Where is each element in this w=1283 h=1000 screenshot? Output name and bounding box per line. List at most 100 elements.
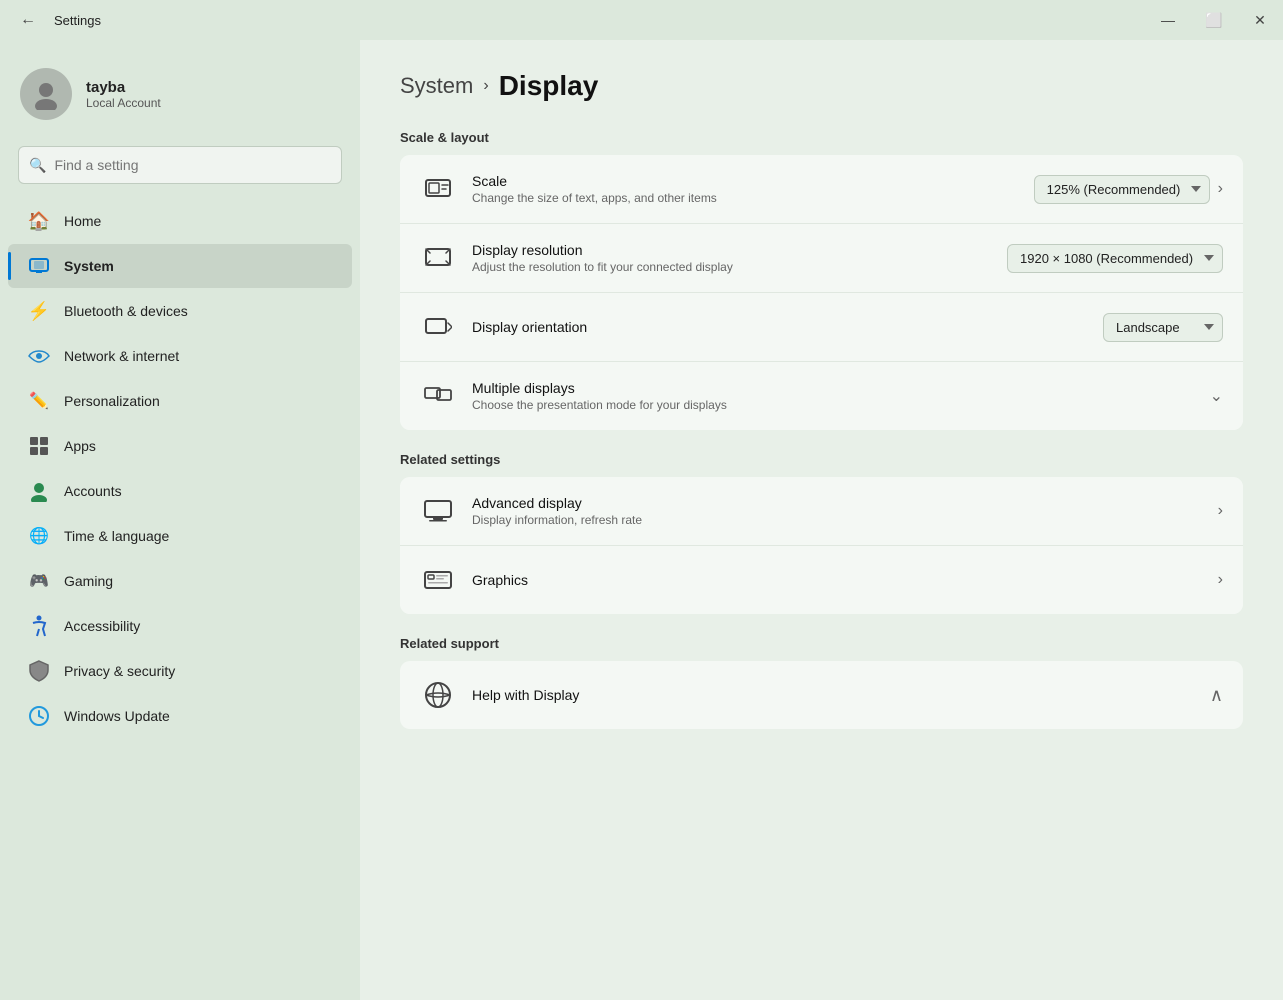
- home-icon: 🏠: [28, 210, 50, 232]
- help-display-title: Help with Display: [472, 687, 1194, 703]
- sidebar-label-accounts: Accounts: [64, 483, 122, 499]
- related-settings-header: Related settings: [400, 452, 1243, 467]
- system-icon: [28, 255, 50, 277]
- resolution-subtitle: Adjust the resolution to fit your connec…: [472, 260, 991, 274]
- scale-control[interactable]: 125% (Recommended) 100% 150% ›: [1034, 175, 1223, 204]
- breadcrumb-current: Display: [499, 70, 599, 102]
- advanced-display-subtitle: Display information, refresh rate: [472, 513, 1202, 527]
- sidebar-label-time: Time & language: [64, 528, 169, 544]
- graphics-title: Graphics: [472, 572, 1202, 588]
- sidebar-label-home: Home: [64, 213, 101, 229]
- sidebar-item-accessibility[interactable]: Accessibility: [8, 604, 352, 648]
- sidebar-label-gaming: Gaming: [64, 573, 113, 589]
- orientation-dropdown[interactable]: Landscape Portrait: [1103, 313, 1223, 342]
- related-settings-card: Advanced display Display information, re…: [400, 477, 1243, 614]
- multiple-displays-text: Multiple displays Choose the presentatio…: [472, 380, 1194, 412]
- sidebar-item-home[interactable]: 🏠 Home: [8, 199, 352, 243]
- advanced-display-icon: [420, 493, 456, 529]
- sidebar-item-network[interactable]: Network & internet: [8, 334, 352, 378]
- help-display-control[interactable]: ∧: [1210, 685, 1223, 706]
- avatar: [20, 68, 72, 120]
- resolution-dropdown[interactable]: 1920 × 1080 (Recommended) 1280 × 720: [1007, 244, 1223, 273]
- maximize-button[interactable]: ⬜: [1191, 0, 1237, 40]
- content-area: System › Display Scale & layout Scale Ch…: [360, 40, 1283, 1000]
- graphics-text: Graphics: [472, 572, 1202, 588]
- resolution-control[interactable]: 1920 × 1080 (Recommended) 1280 × 720: [1007, 244, 1223, 273]
- sidebar-item-personalization[interactable]: ✏️ Personalization: [8, 379, 352, 423]
- related-support-header: Related support: [400, 636, 1243, 651]
- breadcrumb: System › Display: [400, 70, 1243, 102]
- advanced-display-title: Advanced display: [472, 495, 1202, 511]
- user-account-type: Local Account: [86, 96, 161, 110]
- help-display-row[interactable]: Help with Display ∧: [400, 661, 1243, 729]
- graphics-chevron-icon: ›: [1218, 571, 1223, 589]
- bluetooth-icon: ⚡: [28, 300, 50, 322]
- privacy-icon: [28, 660, 50, 682]
- resolution-row[interactable]: Display resolution Adjust the resolution…: [400, 224, 1243, 293]
- multiple-displays-chevron-icon: ⌄: [1210, 386, 1223, 406]
- title-bar: ← Settings — ⬜ ✕: [0, 0, 1283, 40]
- graphics-control[interactable]: ›: [1218, 571, 1223, 589]
- scale-text: Scale Change the size of text, apps, and…: [472, 173, 1018, 205]
- multiple-displays-subtitle: Choose the presentation mode for your di…: [472, 398, 1194, 412]
- close-button[interactable]: ✕: [1237, 0, 1283, 40]
- orientation-text: Display orientation: [472, 319, 1087, 335]
- sidebar-label-bluetooth: Bluetooth & devices: [64, 303, 188, 319]
- breadcrumb-chevron-icon: ›: [483, 77, 488, 95]
- sidebar-label-personalization: Personalization: [64, 393, 160, 409]
- search-icon: 🔍: [29, 157, 46, 174]
- help-display-chevron-icon: ∧: [1210, 685, 1223, 706]
- sidebar-item-privacy[interactable]: Privacy & security: [8, 649, 352, 693]
- sidebar-item-apps[interactable]: Apps: [8, 424, 352, 468]
- multiple-displays-control[interactable]: ⌄: [1210, 386, 1223, 406]
- gaming-icon: 🎮: [28, 570, 50, 592]
- advanced-display-row[interactable]: Advanced display Display information, re…: [400, 477, 1243, 546]
- multiple-displays-row[interactable]: Multiple displays Choose the presentatio…: [400, 362, 1243, 430]
- breadcrumb-parent[interactable]: System: [400, 73, 473, 99]
- user-profile[interactable]: tayba Local Account: [0, 40, 360, 140]
- search-box[interactable]: 🔍: [18, 146, 342, 184]
- sidebar-label-accessibility: Accessibility: [64, 618, 140, 634]
- search-input[interactable]: [54, 157, 331, 173]
- minimize-button[interactable]: —: [1145, 0, 1191, 40]
- sidebar-label-privacy: Privacy & security: [64, 663, 175, 679]
- resolution-icon: [420, 240, 456, 276]
- apps-icon: [28, 435, 50, 457]
- orientation-control[interactable]: Landscape Portrait: [1103, 313, 1223, 342]
- sidebar-label-windows-update: Windows Update: [64, 708, 170, 724]
- sidebar-item-time[interactable]: 🌐 Time & language: [8, 514, 352, 558]
- orientation-row[interactable]: Display orientation Landscape Portrait: [400, 293, 1243, 362]
- help-display-icon: [420, 677, 456, 713]
- time-icon: 🌐: [28, 525, 50, 547]
- search-container: 🔍: [0, 140, 360, 198]
- resolution-text: Display resolution Adjust the resolution…: [472, 242, 991, 274]
- scale-dropdown[interactable]: 125% (Recommended) 100% 150%: [1034, 175, 1210, 204]
- advanced-display-control[interactable]: ›: [1218, 502, 1223, 520]
- accounts-icon: [28, 480, 50, 502]
- sidebar-label-apps: Apps: [64, 438, 96, 454]
- sidebar-item-gaming[interactable]: 🎮 Gaming: [8, 559, 352, 603]
- advanced-display-chevron-icon: ›: [1218, 502, 1223, 520]
- sidebar-item-windows-update[interactable]: Windows Update: [8, 694, 352, 738]
- advanced-display-text: Advanced display Display information, re…: [472, 495, 1202, 527]
- orientation-title: Display orientation: [472, 319, 1087, 335]
- user-name: tayba: [86, 79, 161, 96]
- multiple-displays-title: Multiple displays: [472, 380, 1194, 396]
- sidebar-item-system[interactable]: System: [8, 244, 352, 288]
- back-icon[interactable]: ←: [12, 7, 44, 33]
- scale-title: Scale: [472, 173, 1018, 189]
- window-title: Settings: [54, 13, 101, 28]
- nav-menu: 🏠 Home System ⚡ Bluetooth & devices: [0, 198, 360, 739]
- network-icon: [28, 345, 50, 367]
- sidebar-item-accounts[interactable]: Accounts: [8, 469, 352, 513]
- graphics-row[interactable]: Graphics ›: [400, 546, 1243, 614]
- sidebar-label-network: Network & internet: [64, 348, 179, 364]
- related-support-card: Help with Display ∧: [400, 661, 1243, 729]
- sidebar-item-bluetooth[interactable]: ⚡ Bluetooth & devices: [8, 289, 352, 333]
- scale-row[interactable]: Scale Change the size of text, apps, and…: [400, 155, 1243, 224]
- scale-icon: [420, 171, 456, 207]
- sidebar-label-system: System: [64, 258, 114, 274]
- scale-layout-header: Scale & layout: [400, 130, 1243, 145]
- accessibility-icon: [28, 615, 50, 637]
- orientation-icon: [420, 309, 456, 345]
